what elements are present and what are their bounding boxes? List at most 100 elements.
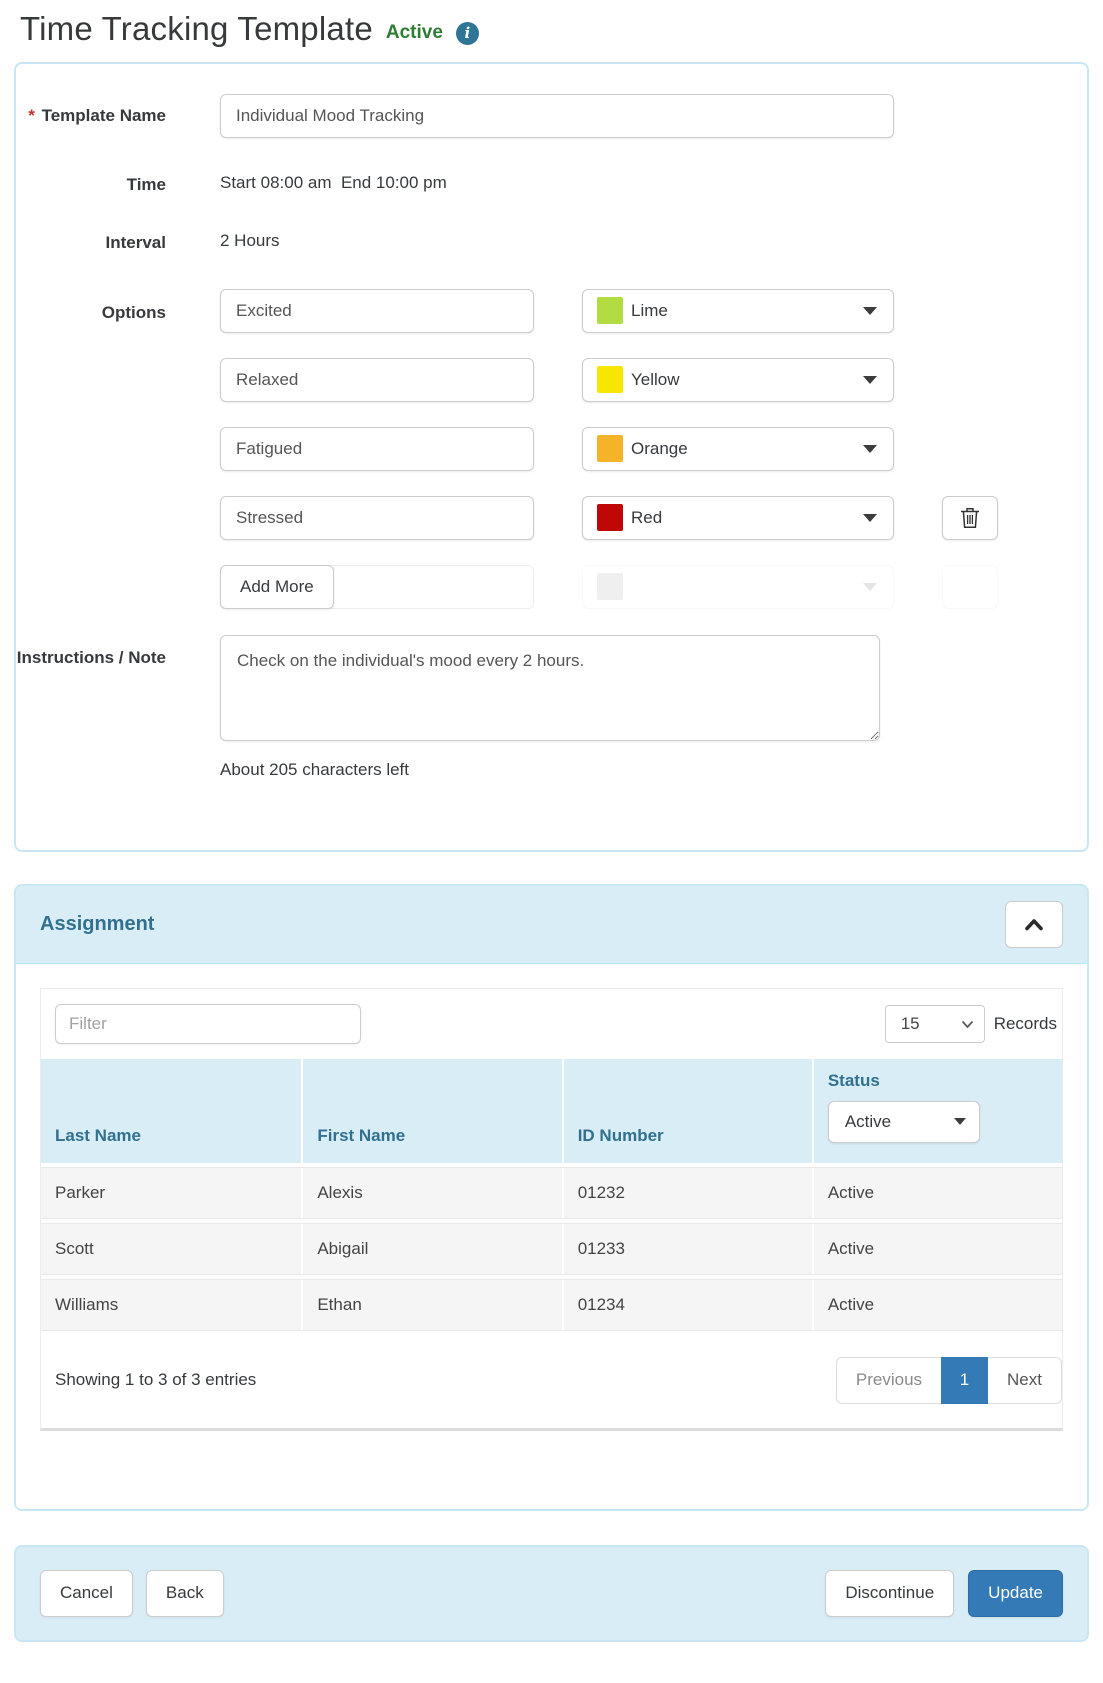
table-row: Scott Abigail 01233 Active	[41, 1222, 1062, 1275]
cell-first-name: Abigail	[301, 1223, 561, 1274]
page-header: Time Tracking Template Active i	[0, 0, 1103, 54]
template-name-row: * Template Name	[16, 94, 1087, 138]
ghost-delete-button	[942, 564, 998, 609]
color-swatch	[597, 504, 623, 532]
instructions-textarea[interactable]: Check on the individual's mood every 2 h…	[220, 634, 880, 741]
page-title: Time Tracking Template	[20, 10, 373, 47]
filter-input[interactable]	[55, 1003, 361, 1044]
option-row: Lime	[220, 288, 998, 333]
discontinue-button[interactable]: Discontinue	[825, 1569, 955, 1617]
assignment-table-container: 15 Records Last Name First Name ID Numbe…	[40, 987, 1063, 1431]
cell-status: Active	[811, 1223, 1062, 1274]
caret-down-icon	[863, 306, 877, 315]
add-more-row: Add More	[220, 564, 998, 609]
trash-icon	[961, 507, 979, 528]
option-name-input[interactable]	[220, 426, 534, 471]
color-name: Red	[631, 507, 663, 527]
template-form-panel: * Template Name Time Start 08:00 am End …	[14, 62, 1089, 852]
color-name: Orange	[631, 438, 688, 458]
option-color-dropdown[interactable]: Red	[582, 495, 894, 540]
info-icon[interactable]: i	[455, 21, 479, 45]
collapse-section-button[interactable]	[1005, 900, 1063, 948]
assignment-body: 15 Records Last Name First Name ID Numbe…	[16, 963, 1087, 1509]
cell-id-number: 01234	[561, 1279, 812, 1330]
cell-last-name: Parker	[55, 1182, 106, 1202]
option-name-input[interactable]	[220, 288, 534, 333]
template-name-input[interactable]	[220, 94, 894, 138]
option-row: Red	[220, 495, 998, 540]
current-page-button[interactable]: 1	[941, 1356, 989, 1404]
option-color-dropdown[interactable]: Lime	[582, 288, 894, 333]
time-row: Time Start 08:00 am End 10:00 pm	[16, 172, 1087, 198]
assignment-panel: Assignment 15 Re	[14, 883, 1089, 1511]
status-badge: Active	[385, 22, 443, 43]
interval-row: Interval 2 Hours	[16, 230, 1087, 256]
caret-down-icon	[953, 1118, 966, 1126]
template-name-label: * Template Name	[16, 94, 166, 129]
caret-down-icon	[863, 513, 877, 522]
records-select[interactable]: 15	[884, 1004, 985, 1043]
next-page-button[interactable]: Next	[988, 1356, 1062, 1404]
options-section: Options Lime Yellow	[16, 288, 1087, 635]
chevron-up-icon	[1025, 919, 1043, 931]
status-filter-value: Active	[844, 1111, 892, 1131]
cell-id-number: 01233	[561, 1223, 812, 1274]
cell-status: Active	[811, 1279, 1062, 1330]
option-row: Yellow	[220, 357, 998, 402]
color-swatch	[597, 366, 623, 394]
table-toolbar: 15 Records	[41, 989, 1062, 1059]
option-color-dropdown[interactable]: Orange	[582, 426, 894, 471]
interval-value: 2 Hours	[220, 231, 280, 251]
ghost-color-swatch	[597, 573, 623, 601]
back-button[interactable]: Back	[145, 1569, 224, 1617]
cancel-button[interactable]: Cancel	[40, 1569, 133, 1617]
options-label: Options	[101, 302, 166, 322]
time-value: Start 08:00 am End 10:00 pm	[220, 173, 447, 192]
color-swatch	[597, 297, 623, 325]
cell-last-name: Scott	[55, 1238, 94, 1258]
time-label: Time	[126, 175, 166, 194]
color-name: Lime	[631, 300, 668, 320]
color-name: Yellow	[631, 369, 680, 389]
update-button[interactable]: Update	[968, 1569, 1063, 1617]
option-color-dropdown[interactable]: Yellow	[582, 357, 894, 402]
template-name-label-text: Template Name	[41, 106, 166, 125]
table-footer: Showing 1 to 3 of 3 entries Previous 1 N…	[41, 1335, 1062, 1428]
caret-down-icon	[863, 582, 877, 591]
column-header-last-name: Last Name	[55, 1125, 141, 1145]
records-select-control[interactable]: 15	[885, 1005, 984, 1042]
assignment-header: Assignment	[16, 885, 1087, 964]
status-filter-dropdown[interactable]: Active	[827, 1100, 980, 1143]
column-header-status: Status Active	[811, 1058, 1062, 1163]
table-row: Williams Ethan 01234 Active	[41, 1278, 1062, 1331]
cell-first-name: Ethan	[301, 1279, 561, 1330]
option-name-input[interactable]	[220, 495, 534, 540]
ghost-option-color-dropdown	[582, 564, 894, 609]
table-row: Parker Alexis 01232 Active	[41, 1166, 1062, 1219]
column-header-id-number: ID Number	[561, 1058, 812, 1163]
previous-page-button[interactable]: Previous	[835, 1356, 942, 1404]
cell-first-name: Alexis	[301, 1167, 561, 1218]
cell-id-number: 01232	[561, 1167, 812, 1218]
caret-down-icon	[863, 444, 877, 453]
action-bar: Cancel Back Discontinue Update	[14, 1544, 1089, 1642]
records-label: Records	[993, 1013, 1057, 1033]
records-per-page: 15 Records	[884, 1004, 1057, 1043]
option-name-input[interactable]	[220, 357, 534, 402]
interval-label: Interval	[105, 233, 166, 253]
table-header-row: Last Name First Name ID Number Status Ac…	[41, 1058, 1062, 1163]
color-swatch	[597, 435, 623, 463]
caret-down-icon	[863, 375, 877, 384]
instructions-row: Instructions / Note Check on the individ…	[16, 634, 1087, 780]
instructions-label: Instructions / Note	[16, 647, 166, 667]
pagination: Previous 1 Next	[835, 1356, 1062, 1404]
add-more-button[interactable]: Add More	[220, 564, 334, 609]
cell-last-name: Williams	[55, 1294, 119, 1314]
delete-option-button[interactable]	[942, 495, 998, 540]
column-header-first-name: First Name	[301, 1058, 561, 1163]
entries-summary: Showing 1 to 3 of 3 entries	[55, 1370, 257, 1390]
characters-left-hint: About 205 characters left	[220, 759, 410, 779]
required-asterisk: *	[28, 106, 35, 125]
option-row: Orange	[220, 426, 998, 471]
assignment-title: Assignment	[40, 912, 155, 935]
